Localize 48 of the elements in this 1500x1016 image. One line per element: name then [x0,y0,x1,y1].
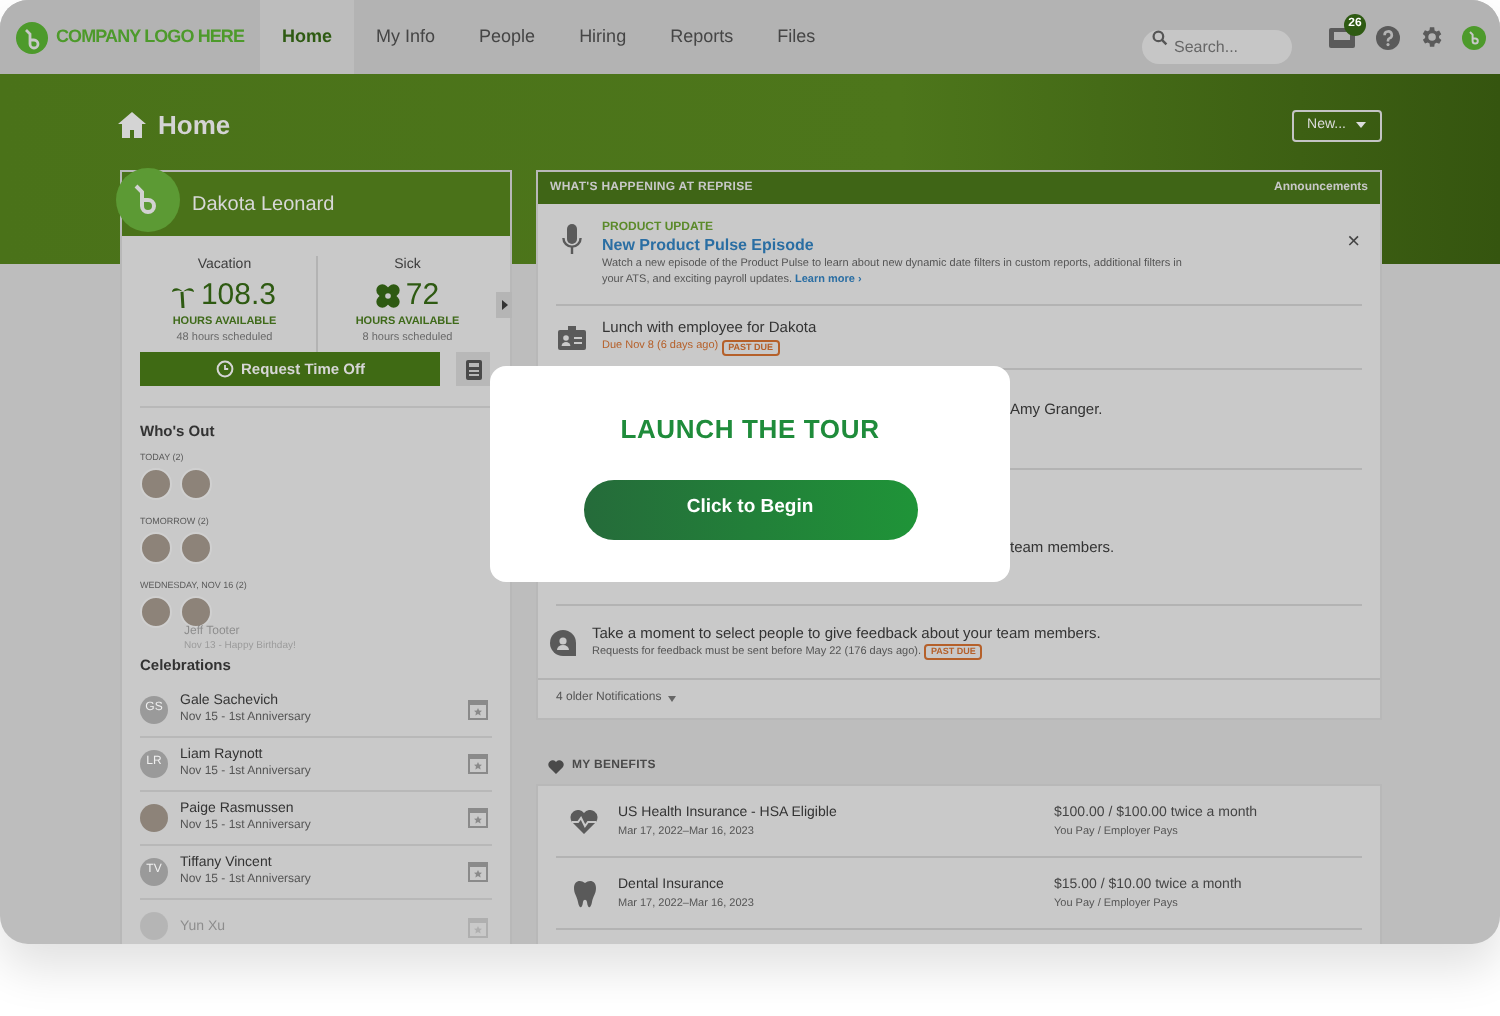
nav-tab[interactable]: Hiring [557,0,649,74]
calendar-icon [468,806,488,828]
logo-icon [16,21,48,53]
palm-tree-icon [172,283,195,307]
nav-tab[interactable]: Files [755,0,838,74]
user-name: Dakota Leonard [192,191,335,219]
photo-placeholder [140,803,168,831]
begin-tour-button[interactable]: Click to Begin [583,479,917,539]
photo-placeholder [140,468,172,501]
calendar-icon [468,860,488,882]
search-field[interactable]: Search... [1142,30,1292,64]
logo-text: COMPANY LOGO HERE [56,23,245,50]
caret-icon [501,300,507,310]
photo-placeholder [180,468,212,501]
calculator-button[interactable] [456,352,490,386]
tooth-icon [573,879,595,907]
clock-icon [215,360,234,378]
balance-value: 72 [405,277,440,313]
calendar-icon [468,698,488,720]
calendar-icon [468,752,488,774]
balance-value: 108.3 [200,277,277,313]
heart-pulse-icon [570,809,598,833]
close-button[interactable]: × [1347,232,1360,254]
nav-tab[interactable]: Home [260,0,355,74]
nav-tab[interactable]: People [457,0,558,74]
photo-placeholder [140,532,172,565]
calculator-icon [465,359,481,379]
photo-placeholder [140,596,172,629]
help-icon [1376,25,1400,49]
photo-placeholder [180,596,212,629]
announcement-link[interactable]: New Product Pulse Episode [602,236,1202,256]
nav-tab[interactable]: Reports [648,0,756,74]
caret-icon [1356,122,1366,129]
id-card-icon [558,325,586,349]
heart-icon [548,760,564,774]
page-title: Home [158,108,231,144]
photo-placeholder [180,532,212,565]
search-icon [1152,29,1168,45]
home-icon [118,112,146,139]
calendar-icon [468,915,488,937]
settings-icon [1418,24,1444,50]
feedback-icon [550,629,576,655]
microphone-icon [562,224,582,256]
caret-icon [667,696,676,702]
dialog-title: LAUNCH THE TOUR [620,412,880,448]
avatar-icon [1462,25,1486,49]
next-button[interactable] [496,292,512,318]
nav-tab[interactable]: My Info [354,0,458,74]
